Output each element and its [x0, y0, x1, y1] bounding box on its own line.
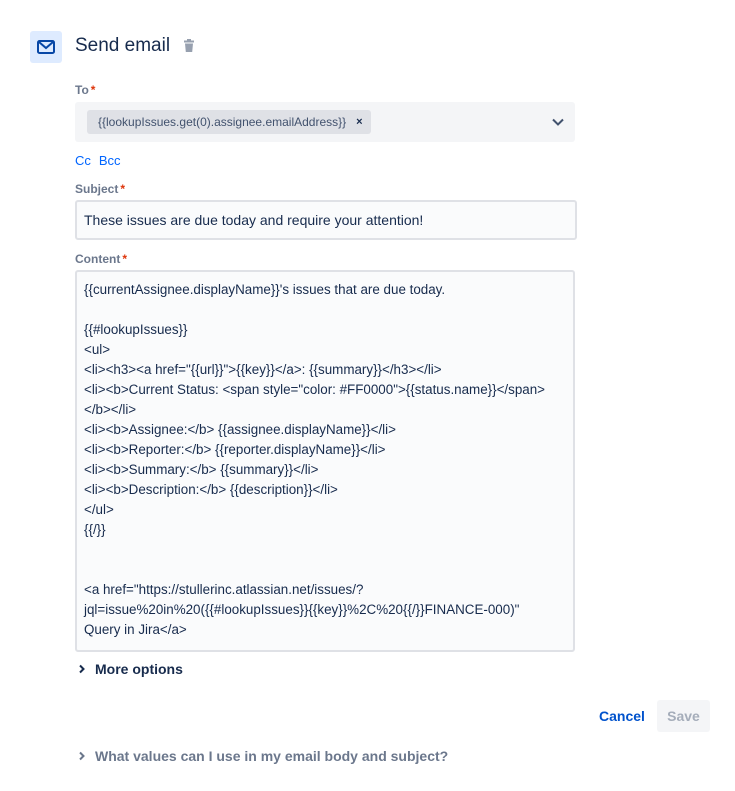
content-line: [84, 560, 566, 580]
content-line: <li><h3><a href="{{url}}">{{key}}</a>: {…: [84, 362, 442, 377]
required-mark: *: [122, 252, 127, 266]
page-title: Send email: [75, 35, 171, 56]
recipient-chip: {{lookupIssues.get(0).assignee.emailAddr…: [87, 110, 371, 134]
content-line: Query in Jira</a>: [84, 622, 187, 637]
cancel-button[interactable]: Cancel: [599, 708, 645, 724]
content-line: <li><b>Description:</b> {{description}}<…: [84, 482, 338, 497]
content-line: <li><b>Current Status: <span style="colo…: [84, 382, 545, 397]
chevron-right-icon: [79, 664, 85, 674]
more-options-toggle[interactable]: More options: [78, 661, 183, 677]
save-button[interactable]: Save: [657, 700, 710, 732]
content-label-text: Content: [75, 252, 121, 266]
delete-action-button[interactable]: [183, 39, 195, 58]
cc-link[interactable]: Cc: [75, 153, 91, 168]
recipient-chip-value: {{lookupIssues.get(0).assignee.emailAddr…: [98, 115, 347, 129]
content-line: </ul>: [84, 502, 114, 517]
content-line: {{#lookupIssues}}: [84, 322, 188, 337]
to-field[interactable]: {{lookupIssues.get(0).assignee.emailAddr…: [75, 102, 575, 142]
remove-recipient-icon[interactable]: ×: [356, 116, 362, 128]
trash-icon: [184, 39, 194, 52]
mail-icon: [37, 40, 55, 54]
content-label: Content *: [75, 252, 127, 266]
content-line: <ul>: [84, 342, 111, 357]
help-values-toggle[interactable]: What values can I use in my email body a…: [78, 748, 448, 764]
more-options-label: More options: [95, 661, 183, 677]
to-label: To *: [75, 83, 95, 97]
help-values-label: What values can I use in my email body a…: [95, 748, 449, 764]
content-textarea[interactable]: {{currentAssignee.displayName}}'s issues…: [75, 270, 575, 652]
content-line: <li><b>Reporter:</b> {{reporter.displayN…: [84, 442, 386, 457]
required-mark: *: [90, 83, 96, 97]
content-line: [84, 540, 566, 560]
content-line: [84, 300, 566, 320]
subject-label: Subject *: [75, 182, 125, 196]
send-email-icon-tile: [30, 31, 62, 63]
content-line: </b></li>: [84, 402, 137, 417]
subject-label-text: Subject: [75, 182, 119, 196]
content-line: jql=issue%20in%20({{#lookupIssues}}{{key…: [84, 602, 520, 617]
required-mark: *: [120, 182, 126, 196]
subject-input[interactable]: These issues are due today and require y…: [75, 200, 577, 240]
content-line: <li><b>Assignee:</b> {{assignee.displayN…: [84, 422, 396, 437]
content-line: <a href="https://stullerinc.atlassian.ne…: [84, 582, 364, 597]
content-line: <li><b>Summary:</b> {{summary}}</li>: [84, 462, 319, 477]
content-line: {{/}}: [84, 522, 106, 537]
content-line: {{currentAssignee.displayName}}'s issues…: [84, 282, 446, 297]
chevron-right-icon: [79, 751, 85, 761]
bcc-link[interactable]: Bcc: [99, 153, 121, 168]
to-label-text: To: [75, 83, 89, 97]
chevron-down-icon[interactable]: [551, 115, 565, 129]
